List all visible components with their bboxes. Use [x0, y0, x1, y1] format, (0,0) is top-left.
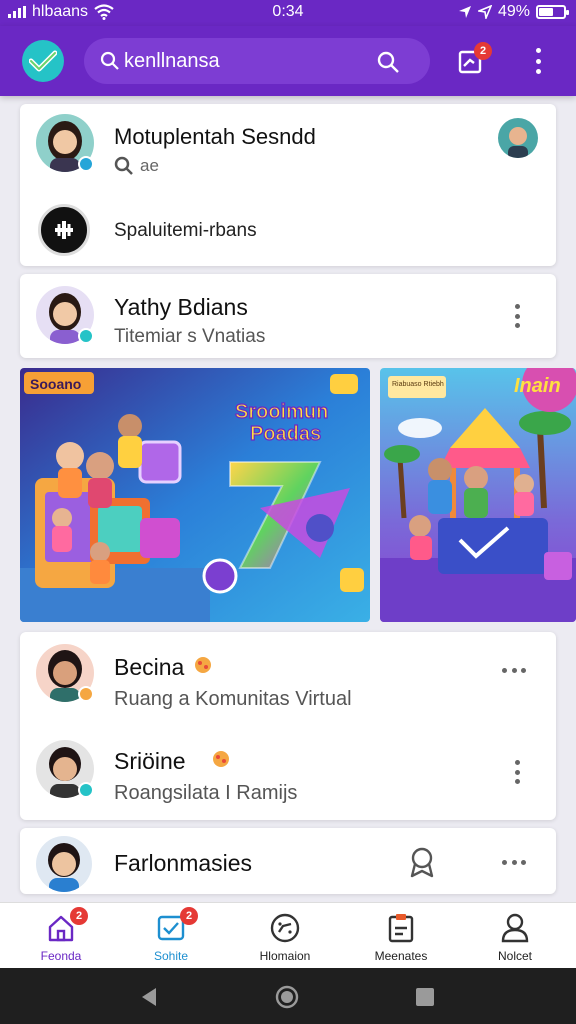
status-dot	[78, 686, 94, 702]
banner-headline-line2: Poadas	[250, 423, 321, 445]
compass-icon	[270, 913, 300, 943]
nav-item-profile[interactable]: Nolcet	[460, 911, 570, 963]
nav-label: Nolcet	[497, 949, 532, 963]
more-options-icon[interactable]	[530, 48, 546, 74]
card-subtitle: Titemiar s Vnatias	[114, 326, 266, 347]
card-title: Yathy Bdians	[114, 294, 248, 320]
clipboard-icon	[388, 914, 414, 943]
online-status-dot	[78, 156, 94, 172]
online-status-dot	[78, 328, 94, 344]
bottom-navigation: 2 Feonda 2 Sohite Hlomaion Meenates Nolc…	[0, 902, 576, 968]
nav-label: Feonda	[40, 949, 82, 963]
more-options-icon[interactable]	[513, 304, 521, 328]
profile-card: Motuplentah Sesndd ae Spaluitemi-rbans	[20, 104, 556, 266]
nav-item-tasks[interactable]: 2 Sohite	[116, 907, 226, 963]
featured-banner[interactable]: Inain Riabuaso Rtiebh	[380, 368, 576, 622]
banner-illustration: Sooano Srooimun Poadas	[20, 368, 370, 622]
magnifier-badge-icon	[114, 156, 133, 175]
nav-item-explore[interactable]: Hlomaion	[230, 911, 340, 963]
reaction-emoji-icon	[213, 751, 229, 767]
reaction-emoji-icon	[195, 657, 211, 673]
app-bar: kenllnansa 2	[0, 26, 576, 96]
more-options-icon[interactable]	[502, 666, 526, 674]
featured-banner[interactable]: Sooano Srooimun Poadas	[20, 368, 370, 622]
action-icon[interactable]	[38, 204, 90, 256]
inbox-badge: 2	[474, 42, 492, 60]
banner-illustration: Inain Riabuaso Rtiebh	[380, 368, 576, 622]
item-title: Sriöine	[114, 748, 186, 774]
nav-label: Meenates	[374, 949, 428, 963]
user-icon	[501, 913, 529, 943]
nav-label: Sohite	[153, 949, 189, 963]
banner-headline-line1: Srooimun	[235, 401, 328, 423]
profile-card[interactable]: Yathy Bdians Titemiar s Vnatias	[20, 274, 556, 358]
search-input[interactable]: kenllnansa	[124, 50, 220, 73]
action-label[interactable]: Spaluitemi-rbans	[114, 220, 257, 242]
profile-card[interactable]: Farlonmasies	[20, 828, 556, 894]
search-prefix-icon	[100, 51, 119, 70]
card-meta: ae	[140, 156, 159, 175]
battery-percent: 49%	[497, 3, 530, 20]
nav-label: Hlomaion	[259, 949, 311, 963]
nav-badge: 2	[180, 907, 198, 925]
inbox-button[interactable]: 2	[458, 42, 492, 74]
nav-item-notes[interactable]: Meenates	[346, 911, 456, 963]
item-subtitle: Ruang a Komunitas Virtual	[114, 688, 352, 710]
item-subtitle: Roangsilata I Ramijs	[114, 782, 298, 804]
banner-headline: Inain	[514, 375, 561, 397]
card-title: Farlonmasies	[114, 850, 253, 876]
status-bar: hlbaans 0:34 49%	[0, 0, 576, 26]
online-status-dot	[78, 782, 94, 798]
list-item[interactable]: Sriöine Roangsilata I Ramijs	[20, 726, 556, 820]
back-icon[interactable]	[138, 986, 160, 1008]
recent-apps-icon[interactable]	[414, 986, 436, 1008]
more-options-icon[interactable]	[513, 760, 521, 784]
banner-tag: Riabuaso Rtiebh	[392, 381, 444, 388]
item-title: Becina	[114, 654, 185, 680]
card-title: Motuplentah Sesndd	[114, 124, 316, 149]
award-ribbon-icon[interactable]	[408, 846, 436, 878]
nav-item-home[interactable]: 2 Feonda	[6, 907, 116, 963]
app-logo-icon[interactable]	[22, 40, 64, 82]
more-options-icon[interactable]	[502, 858, 526, 866]
banner-tag: Sooano	[30, 376, 81, 392]
nav-badge: 2	[70, 907, 88, 925]
search-bar[interactable]: kenllnansa	[84, 38, 430, 84]
secondary-avatar[interactable]	[498, 118, 538, 158]
navigation-icon	[477, 5, 492, 19]
community-card: Becina Ruang a Komunitas Virtual Sriöine…	[20, 632, 556, 820]
search-icon[interactable]	[376, 50, 400, 74]
location-arrow-icon	[458, 6, 471, 18]
list-item[interactable]: Becina Ruang a Komunitas Virtual	[20, 632, 556, 726]
avatar	[36, 836, 92, 892]
home-button-icon[interactable]	[274, 984, 300, 1010]
system-navigation-bar	[0, 968, 576, 1024]
battery-icon	[536, 5, 569, 19]
